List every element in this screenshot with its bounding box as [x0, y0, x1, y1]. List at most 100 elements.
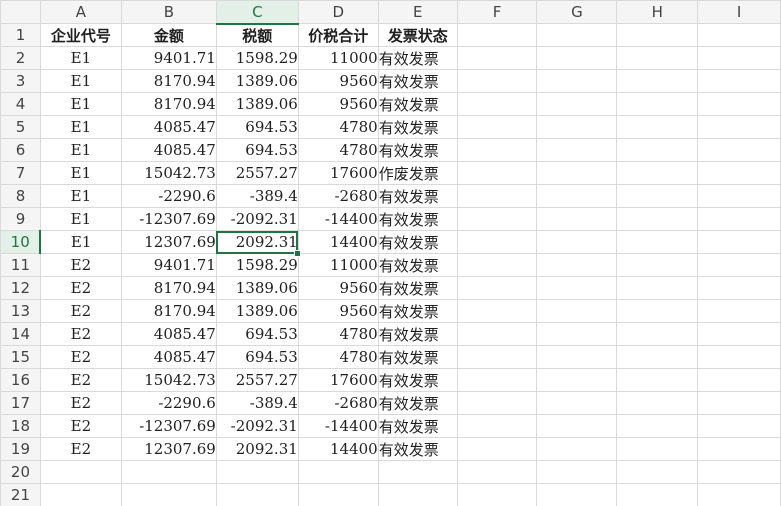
row-header-7[interactable]: 7: [0, 161, 41, 185]
cell-e14[interactable]: 有效发票: [377, 322, 458, 346]
empty-cell[interactable]: [456, 322, 538, 346]
cell-b2[interactable]: 9401.71: [120, 46, 217, 70]
row-header-2[interactable]: 2: [0, 46, 41, 70]
cell-d3[interactable]: 9560: [297, 69, 379, 93]
cell-e8[interactable]: 有效发票: [377, 184, 458, 208]
empty-cell[interactable]: [697, 299, 781, 323]
empty-cell[interactable]: [616, 115, 699, 139]
cell-d15[interactable]: 4780: [297, 345, 379, 369]
empty-cell[interactable]: [616, 345, 699, 369]
cell-b3[interactable]: 8170.94: [120, 69, 217, 93]
empty-cell[interactable]: [616, 299, 699, 323]
cell-d2[interactable]: 11000: [297, 46, 379, 70]
cell-a13[interactable]: E2: [39, 299, 122, 323]
column-header-e[interactable]: E: [377, 0, 458, 24]
empty-cell[interactable]: [456, 138, 538, 162]
cell-c7[interactable]: 2557.27: [215, 161, 299, 185]
cell-d10[interactable]: 14400: [297, 230, 379, 254]
empty-cell[interactable]: [616, 483, 699, 506]
empty-cell[interactable]: [456, 299, 538, 323]
cell-b9[interactable]: -12307.69: [120, 207, 217, 231]
cell-d4[interactable]: 9560: [297, 92, 379, 116]
empty-cell[interactable]: [536, 23, 618, 47]
empty-cell[interactable]: [536, 391, 618, 415]
empty-cell[interactable]: [536, 368, 618, 392]
header-cell-a[interactable]: 企业代号: [39, 23, 122, 47]
cell-b15[interactable]: 4085.47: [120, 345, 217, 369]
empty-cell[interactable]: [536, 322, 618, 346]
empty-cell[interactable]: [616, 138, 699, 162]
cell-d11[interactable]: 11000: [297, 253, 379, 277]
cell-d12[interactable]: 9560: [297, 276, 379, 300]
empty-cell[interactable]: [456, 230, 538, 254]
empty-cell[interactable]: [697, 23, 781, 47]
cell-c17[interactable]: -389.4: [215, 391, 299, 415]
empty-cell[interactable]: [456, 69, 538, 93]
cell-c13[interactable]: 1389.06: [215, 299, 299, 323]
empty-cell[interactable]: [697, 230, 781, 254]
empty-cell[interactable]: [697, 161, 781, 185]
cell-e2[interactable]: 有效发票: [377, 46, 458, 70]
empty-cell[interactable]: [456, 23, 538, 47]
empty-cell[interactable]: [39, 483, 122, 506]
cell-e9[interactable]: 有效发票: [377, 207, 458, 231]
cell-a5[interactable]: E1: [39, 115, 122, 139]
cell-c18[interactable]: -2092.31: [215, 414, 299, 438]
cell-d17[interactable]: -2680: [297, 391, 379, 415]
row-header-14[interactable]: 14: [0, 322, 41, 346]
empty-cell[interactable]: [456, 368, 538, 392]
empty-cell[interactable]: [536, 345, 618, 369]
cell-d19[interactable]: 14400: [297, 437, 379, 461]
empty-cell[interactable]: [616, 161, 699, 185]
empty-cell[interactable]: [697, 368, 781, 392]
cell-a3[interactable]: E1: [39, 69, 122, 93]
empty-cell[interactable]: [536, 460, 618, 484]
empty-cell[interactable]: [536, 276, 618, 300]
cell-d9[interactable]: -14400: [297, 207, 379, 231]
empty-cell[interactable]: [456, 460, 538, 484]
empty-cell[interactable]: [536, 184, 618, 208]
row-header-6[interactable]: 6: [0, 138, 41, 162]
row-header-1[interactable]: 1: [0, 23, 41, 47]
cell-e18[interactable]: 有效发票: [377, 414, 458, 438]
empty-cell[interactable]: [616, 322, 699, 346]
cell-c12[interactable]: 1389.06: [215, 276, 299, 300]
cell-a16[interactable]: E2: [39, 368, 122, 392]
cell-e4[interactable]: 有效发票: [377, 92, 458, 116]
empty-cell[interactable]: [536, 414, 618, 438]
empty-cell[interactable]: [536, 483, 618, 506]
select-all-corner[interactable]: [0, 0, 41, 24]
row-header-13[interactable]: 13: [0, 299, 41, 323]
cell-e11[interactable]: 有效发票: [377, 253, 458, 277]
row-header-10[interactable]: 10: [0, 230, 42, 254]
cell-b16[interactable]: 15042.73: [120, 368, 217, 392]
active-cell[interactable]: 2092.31: [215, 230, 299, 254]
cell-a12[interactable]: E2: [39, 276, 122, 300]
cell-e10[interactable]: 有效发票: [377, 230, 458, 254]
cell-a7[interactable]: E1: [39, 161, 122, 185]
cell-c6[interactable]: 694.53: [215, 138, 299, 162]
empty-cell[interactable]: [697, 207, 781, 231]
cell-c15[interactable]: 694.53: [215, 345, 299, 369]
empty-cell[interactable]: [697, 115, 781, 139]
empty-cell[interactable]: [297, 460, 379, 484]
empty-cell[interactable]: [536, 46, 618, 70]
cell-b17[interactable]: -2290.6: [120, 391, 217, 415]
row-header-19[interactable]: 19: [0, 437, 41, 461]
empty-cell[interactable]: [536, 437, 618, 461]
fill-handle[interactable]: [294, 249, 302, 257]
cell-b18[interactable]: -12307.69: [120, 414, 217, 438]
row-header-16[interactable]: 16: [0, 368, 41, 392]
cell-c19[interactable]: 2092.31: [215, 437, 299, 461]
cell-e12[interactable]: 有效发票: [377, 276, 458, 300]
empty-cell[interactable]: [697, 345, 781, 369]
empty-cell[interactable]: [697, 46, 781, 70]
empty-cell[interactable]: [697, 437, 781, 461]
cell-e7[interactable]: 作废发票: [377, 161, 458, 185]
cell-a4[interactable]: E1: [39, 92, 122, 116]
header-cell-c[interactable]: 税额: [215, 23, 299, 47]
row-header-20[interactable]: 20: [0, 460, 41, 484]
empty-cell[interactable]: [616, 437, 699, 461]
empty-cell[interactable]: [616, 230, 699, 254]
cell-e16[interactable]: 有效发票: [377, 368, 458, 392]
